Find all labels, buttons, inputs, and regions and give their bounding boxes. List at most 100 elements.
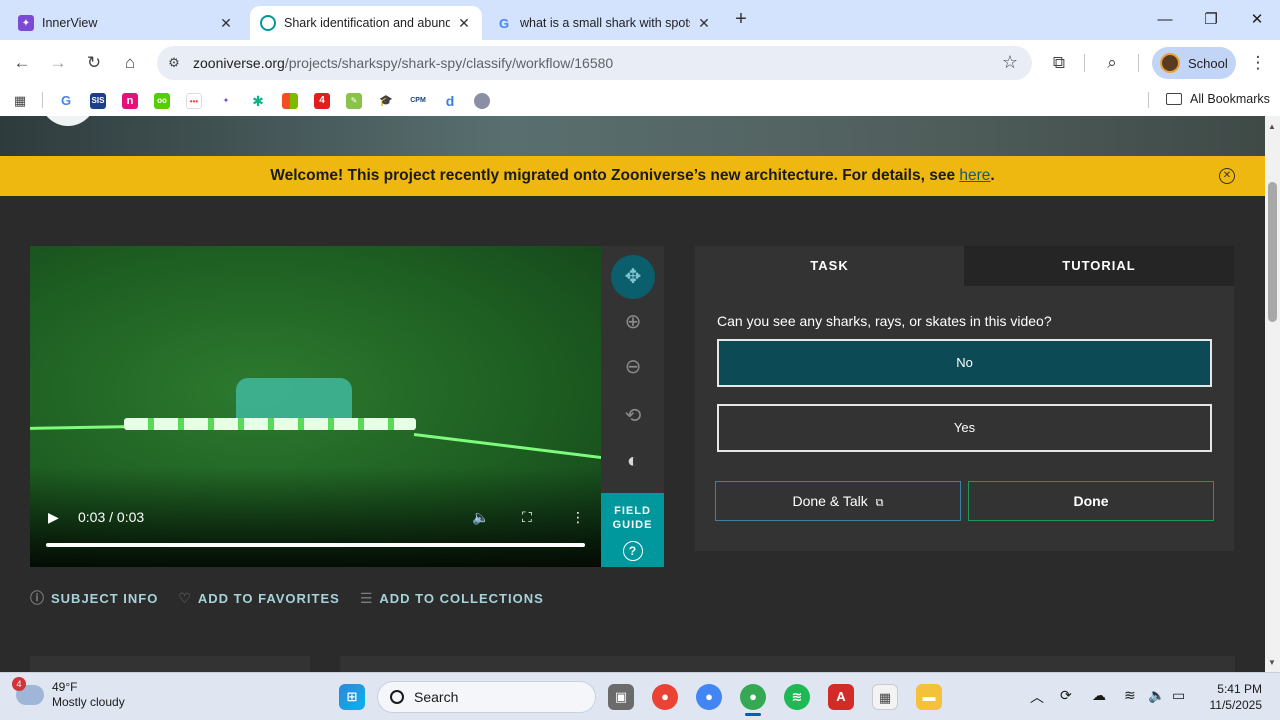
menu-kebab-icon[interactable]: ⋮	[1246, 51, 1270, 75]
cpm-icon[interactable]: CPM	[410, 93, 426, 109]
answer-no-button[interactable]: No	[717, 339, 1212, 387]
chrome-icon[interactable]: ●	[652, 684, 678, 710]
apps-grid-icon[interactable]: ▦	[12, 93, 28, 109]
home-icon[interactable]: ⌂	[118, 51, 142, 75]
done-and-talk-button[interactable]: Done & Talk ⧉	[715, 481, 961, 521]
back-arrow-icon[interactable]: ←	[10, 51, 34, 75]
forward-arrow-icon[interactable]: →	[46, 51, 70, 75]
windows-start-icon[interactable]: ⊞	[339, 684, 365, 710]
dots2-icon[interactable]: ✦	[218, 93, 234, 109]
system-clock[interactable]: 5:41 PM 11/5/2025	[1196, 681, 1263, 713]
add-to-collections-button[interactable]: ☰ ADD TO COLLECTIONS	[360, 588, 544, 608]
battery-icon[interactable]: ▭	[1172, 687, 1185, 704]
owl-icon[interactable]: oo	[154, 93, 170, 109]
field-guide-button[interactable]: FIELD GUIDE ?	[601, 493, 664, 567]
extensions-icon[interactable]: ⧉	[1047, 51, 1071, 75]
cap-icon[interactable]: 🎓	[378, 93, 394, 109]
tab-title: what is a small shark with spots	[520, 16, 690, 30]
move-icon[interactable]: ✥	[611, 255, 655, 299]
video-menu-icon[interactable]: ⋮	[571, 509, 585, 526]
tab-search-icon[interactable]: ⌕	[1100, 51, 1124, 75]
banner-here-link[interactable]: here	[959, 167, 990, 184]
rotate-icon[interactable]: ⟲	[611, 394, 655, 438]
weather-condition: Mostly cloudy	[52, 695, 125, 709]
site-settings-icon[interactable]: ⚙	[165, 54, 183, 72]
scroll-up-icon[interactable]: ▲	[1268, 122, 1276, 131]
done-button[interactable]: Done	[968, 481, 1214, 521]
clock-date: 11/5/2025	[1209, 698, 1263, 712]
tab-task[interactable]: TASK	[695, 246, 964, 286]
microsoft-icon[interactable]	[282, 93, 298, 109]
banner-suffix: .	[990, 167, 995, 184]
google-icon[interactable]: G	[58, 93, 74, 109]
four-icon[interactable]: 4	[314, 93, 330, 109]
reload-icon[interactable]: ↻	[82, 51, 106, 75]
new-tab-plus-icon[interactable]: +	[730, 8, 752, 30]
speaker-icon[interactable]: 🔈	[1148, 687, 1165, 704]
chrome-active-icon[interactable]: ●	[740, 684, 766, 710]
profile-button[interactable]: School	[1152, 47, 1236, 79]
scrollbar-thumb[interactable]	[1268, 182, 1277, 322]
globe-icon[interactable]	[474, 93, 490, 109]
page-content: Welcome! This project recently migrated …	[0, 116, 1265, 672]
play-icon[interactable]: ▶	[48, 509, 59, 526]
close-icon[interactable]: ✕	[456, 15, 472, 32]
zoom-out-icon[interactable]: ⊖	[611, 345, 655, 389]
green-icon[interactable]: ✎	[346, 93, 362, 109]
subject-info-button[interactable]: ⓘ SUBJECT INFO	[30, 588, 158, 608]
store-icon[interactable]: ▦	[872, 684, 898, 710]
n-icon[interactable]: n	[122, 93, 138, 109]
chrome-profile-icon[interactable]: ●	[696, 684, 722, 710]
tab-google-search[interactable]: G what is a small shark with spots ✕	[486, 6, 722, 40]
scroll-down-icon[interactable]: ▼	[1268, 658, 1276, 667]
banner-close-icon[interactable]: ✕	[1219, 168, 1235, 184]
migration-banner: Welcome! This project recently migrated …	[0, 156, 1265, 196]
folder-icon	[1166, 93, 1182, 105]
add-to-favorites-button[interactable]: ♡ ADD TO FAVORITES	[178, 588, 339, 608]
page-scrollbar[interactable]: ▲ ▼	[1265, 116, 1280, 672]
sis-icon[interactable]: SIS	[90, 93, 106, 109]
all-bookmarks-button[interactable]: All Bookmarks	[1166, 92, 1270, 106]
subject-video[interactable]: ▶ 0:03 / 0:03 🔈 ⛶ ⋮	[30, 246, 601, 567]
weather-widget[interactable]: 4 49°F Mostly cloudy	[12, 677, 125, 710]
toolbar-divider	[1138, 54, 1139, 72]
tray-chevron-icon[interactable]: ︿	[1030, 687, 1044, 707]
restore-icon[interactable]: ❐	[1188, 0, 1234, 40]
tab-zooniverse[interactable]: Shark identification and abunda ✕	[250, 6, 482, 40]
close-icon[interactable]: ✕	[218, 15, 234, 32]
file-explorer-icon[interactable]: ▬	[916, 684, 942, 710]
heart-icon: ♡	[178, 589, 192, 606]
video-light-bar	[124, 418, 416, 430]
flower-icon[interactable]: ✱	[250, 93, 266, 109]
project-logo[interactable]	[40, 116, 96, 126]
tab-tutorial[interactable]: TUTORIAL	[964, 246, 1234, 286]
spotify-icon[interactable]: ≋	[784, 684, 810, 710]
address-bar[interactable]: ⚙ zooniverse.org/projects/sharkspy/shark…	[157, 46, 1032, 80]
d-icon[interactable]: d	[442, 93, 458, 109]
acrobat-icon[interactable]: A	[828, 684, 854, 710]
bookmark-star-icon[interactable]: ☆	[1002, 52, 1018, 73]
close-icon[interactable]: ✕	[696, 15, 712, 32]
invert-contrast-icon[interactable]: ◐	[611, 439, 655, 483]
done-and-talk-label: Done & Talk	[792, 493, 868, 509]
answer-yes-button[interactable]: Yes	[717, 404, 1212, 452]
url-host: zooniverse.org	[193, 55, 285, 71]
cloud-off-icon[interactable]: ☁	[1092, 687, 1106, 704]
volume-icon[interactable]: 🔈	[472, 509, 489, 526]
minimize-icon[interactable]: —	[1142, 0, 1188, 40]
dots-icon[interactable]: •••	[186, 93, 202, 109]
tab-innerview[interactable]: ✦ InnerView ✕	[8, 6, 244, 40]
image-toolbar: ✥ ⊕ ⊖ ⟲ ◐ FIELD GUIDE ?	[601, 246, 664, 567]
video-time: 0:03 / 0:03	[78, 509, 145, 525]
lower-panel	[340, 656, 1235, 672]
window-close-icon[interactable]: ✕	[1234, 0, 1280, 40]
fullscreen-icon[interactable]: ⛶	[522, 509, 532, 526]
video-progress-bar[interactable]	[46, 543, 585, 547]
task-view-icon[interactable]: ▣	[608, 684, 634, 710]
sync-icon[interactable]: ⟳	[1060, 687, 1072, 704]
taskbar-search[interactable]: Search	[377, 681, 596, 713]
wifi-icon[interactable]: ≋	[1124, 687, 1136, 704]
url-text[interactable]: zooniverse.org/projects/sharkspy/shark-s…	[193, 55, 613, 71]
task-tabs: TASK TUTORIAL	[695, 246, 1234, 286]
zoom-in-icon[interactable]: ⊕	[611, 300, 655, 344]
